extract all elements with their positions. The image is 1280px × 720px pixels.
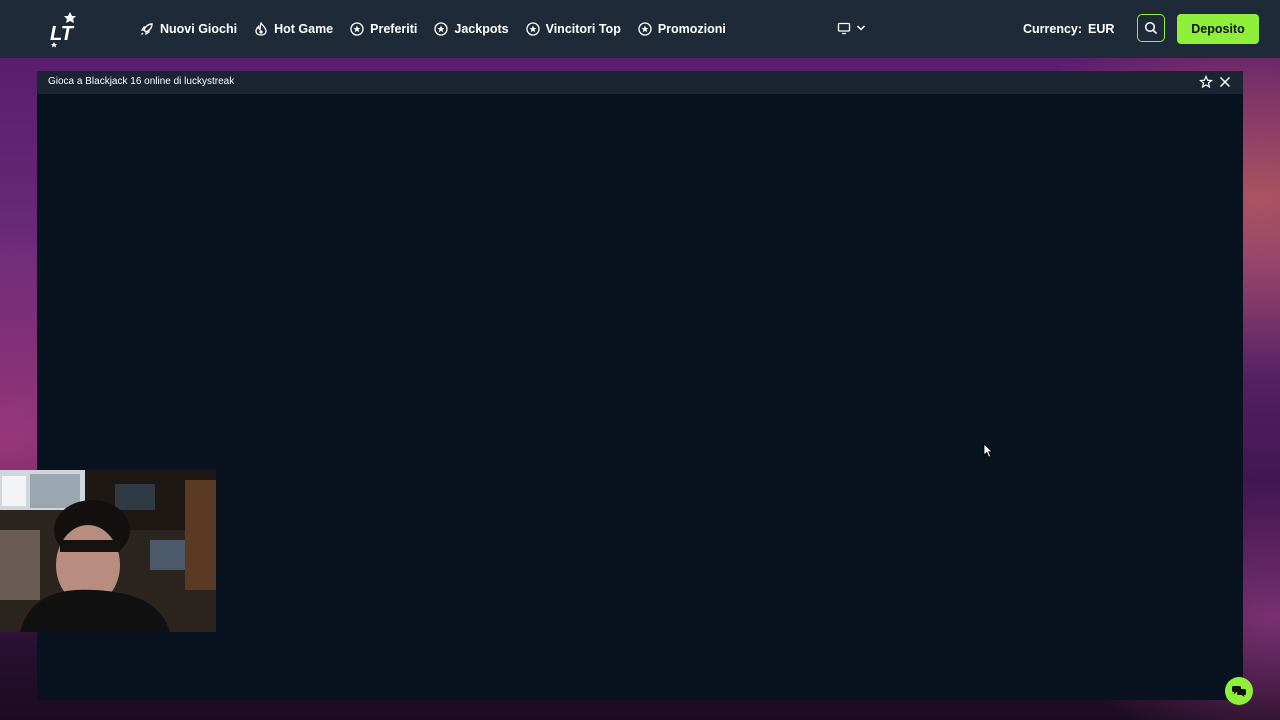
flame-icon	[255, 22, 267, 36]
nav-label: Preferiti	[370, 22, 418, 36]
logo-text: LT	[50, 23, 75, 45]
nav-item-hot-game[interactable]: Hot Game	[254, 22, 333, 36]
mouse-cursor-icon	[983, 443, 993, 458]
star-outline-icon[interactable]	[1199, 75, 1213, 89]
game-frame[interactable]	[37, 94, 1243, 700]
chevron-down-icon	[856, 25, 866, 31]
star-circle-icon	[525, 22, 540, 36]
game-window: Gioca a Blackjack 16 online di luckystre…	[37, 71, 1243, 700]
nav-item-nuovi-giochi[interactable]: Nuovi Giochi	[140, 22, 237, 36]
nav-label: Nuovi Giochi	[160, 22, 238, 36]
game-header: Gioca a Blackjack 16 online di luckystre…	[37, 71, 1243, 94]
currency-value: EUR	[1088, 22, 1115, 36]
currency-display: Currency: EUR	[1023, 22, 1114, 36]
nav-item-vincitori-top[interactable]: Vincitori Top	[525, 22, 621, 36]
nav-label: Vincitori Top	[545, 22, 621, 36]
webcam-image	[0, 470, 216, 632]
deposit-button[interactable]: Deposito	[1177, 14, 1259, 44]
top-navigation-bar: LT Nuovi Giochi Hot Game Preferiti Jackp…	[0, 0, 1280, 58]
nav-label: Jackpots	[454, 22, 509, 36]
streamer-webcam-overlay	[0, 470, 216, 632]
search-button[interactable]	[1137, 14, 1165, 42]
chat-button[interactable]	[1225, 677, 1253, 705]
nav-label: Hot Game	[274, 22, 334, 36]
main-nav: Nuovi Giochi Hot Game Preferiti Jackpots	[140, 0, 743, 58]
nav-item-jackpots[interactable]: Jackpots	[434, 22, 509, 36]
rocket-icon	[140, 23, 153, 36]
star-circle-icon	[638, 22, 652, 36]
nav-label: Promozioni	[657, 22, 726, 36]
nav-item-preferiti[interactable]: Preferiti	[350, 22, 417, 36]
star-circle-icon	[350, 22, 364, 36]
currency-label: Currency:	[1023, 22, 1083, 36]
search-icon	[1144, 21, 1158, 35]
site-logo[interactable]: LT	[48, 10, 82, 48]
monitor-icon	[837, 22, 851, 35]
device-selector[interactable]	[837, 21, 867, 35]
chat-bubbles-icon	[1232, 686, 1246, 697]
star-circle-icon	[434, 22, 449, 36]
game-title: Gioca a Blackjack 16 online di luckystre…	[48, 76, 235, 87]
logo-icon: LT	[50, 12, 76, 48]
close-icon[interactable]	[1218, 75, 1232, 89]
nav-item-promozioni[interactable]: Promozioni	[638, 22, 726, 36]
